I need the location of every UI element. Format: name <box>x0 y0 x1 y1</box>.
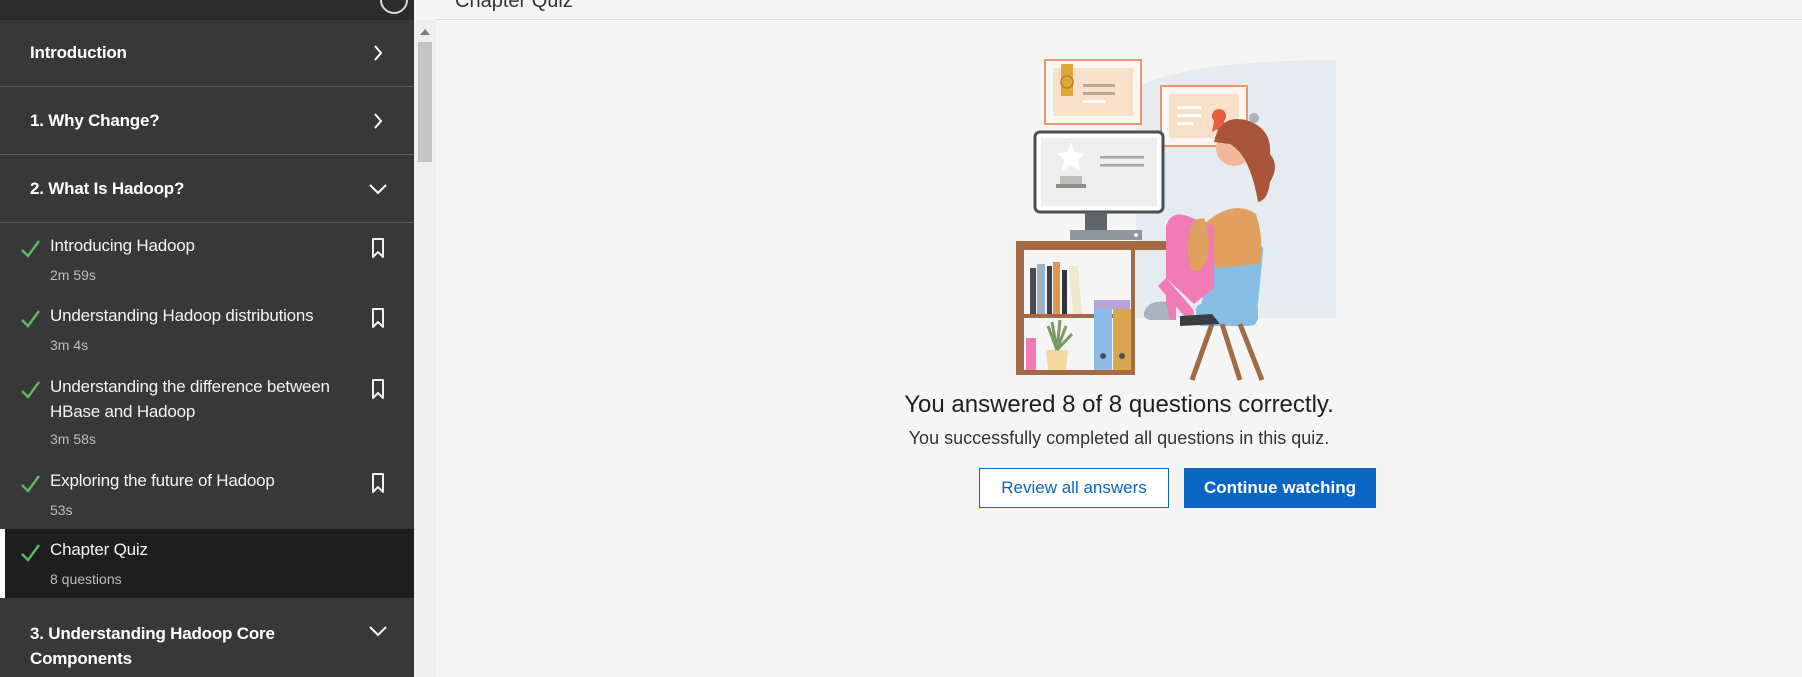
check-icon <box>19 308 41 330</box>
section-title: 2. What Is Hadoop? <box>30 179 185 198</box>
lesson-duration: 53s <box>50 502 73 518</box>
section-what-is-hadoop[interactable]: 2. What Is Hadoop? <box>0 156 414 223</box>
lesson-item[interactable]: Understanding Hadoop distributions 3m 4s <box>0 296 414 366</box>
lesson-item[interactable]: Understanding the difference between HBa… <box>0 366 414 460</box>
lesson-title: Introducing Hadoop <box>50 236 195 255</box>
lesson-duration: 8 questions <box>50 571 122 587</box>
section-title: 3. Understanding Hadoop Core Components <box>30 624 275 668</box>
lesson-item-active[interactable]: Chapter Quiz 8 questions <box>0 529 414 598</box>
bookmark-icon[interactable] <box>368 307 388 329</box>
lesson-item[interactable]: Introducing Hadoop 2m 59s <box>0 226 414 294</box>
bookmark-icon[interactable] <box>368 237 388 259</box>
sidebar-top-strip <box>0 0 414 20</box>
lesson-title: Exploring the future of Hadoop <box>50 471 275 490</box>
lesson-duration: 2m 59s <box>50 267 96 283</box>
check-icon <box>19 379 41 401</box>
chevron-right-icon <box>366 41 390 65</box>
chevron-down-icon <box>366 177 390 201</box>
chevron-right-icon <box>366 109 390 133</box>
bookmark-icon[interactable] <box>368 378 388 400</box>
quiz-complete-illustration <box>1016 59 1336 381</box>
lesson-duration: 3m 58s <box>50 431 96 447</box>
sidebar-scrollbar[interactable] <box>414 20 436 677</box>
scroll-thumb[interactable] <box>418 42 432 162</box>
section-why-change[interactable]: 1. Why Change? <box>0 88 414 155</box>
section-understanding-core[interactable]: 3. Understanding Hadoop Core Components <box>0 599 414 677</box>
check-icon <box>19 473 41 495</box>
check-icon <box>19 238 41 260</box>
lesson-title: Chapter Quiz <box>50 540 148 559</box>
review-all-answers-button[interactable]: Review all answers <box>979 468 1169 508</box>
lesson-title: Understanding Hadoop distributions <box>50 306 314 325</box>
chevron-down-icon <box>366 619 390 643</box>
main-content: Chapter Quiz You answered 8 of 8 questio… <box>436 0 1802 677</box>
quiz-result-subtitle: You successfully completed all questions… <box>908 428 1330 448</box>
section-introduction[interactable]: Introduction <box>0 20 414 87</box>
page-title: Chapter Quiz <box>455 0 573 12</box>
quiz-result-title: You answered 8 of 8 questions correctly. <box>904 391 1334 418</box>
section-title: Introduction <box>30 43 127 62</box>
circle-icon[interactable] <box>380 0 408 14</box>
lesson-duration: 3m 4s <box>50 337 89 353</box>
check-icon <box>19 542 41 564</box>
main-header: Chapter Quiz <box>436 0 1802 20</box>
scroll-up-arrow-icon[interactable] <box>420 29 430 35</box>
course-sidebar: Introduction 1. Why Change? 2. What Is H… <box>0 0 414 677</box>
lesson-item[interactable]: Exploring the future of Hadoop 53s <box>0 461 414 529</box>
lesson-title: Understanding the difference between HBa… <box>50 377 330 421</box>
section-title: 1. Why Change? <box>30 111 160 130</box>
bookmark-icon[interactable] <box>368 472 388 494</box>
continue-watching-button[interactable]: Continue watching <box>1184 468 1376 508</box>
